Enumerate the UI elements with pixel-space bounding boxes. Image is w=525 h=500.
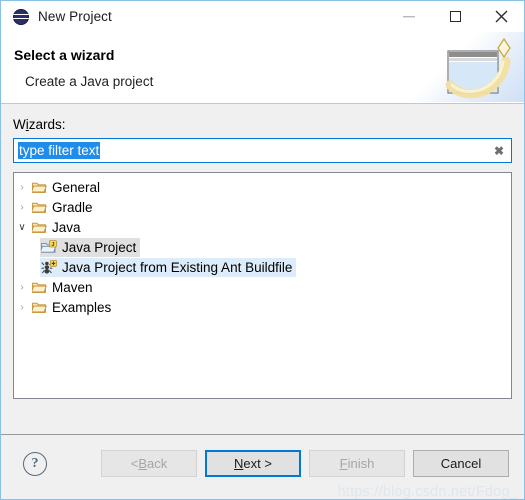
chevron-right-icon[interactable]: › xyxy=(14,282,30,293)
cancel-button[interactable]: Cancel xyxy=(413,450,509,477)
wizard-banner: Select a wizard Create a Java project xyxy=(1,32,524,104)
folder-icon xyxy=(30,221,48,234)
folder-icon xyxy=(30,301,48,314)
next-button[interactable]: Next > xyxy=(205,450,301,477)
tree-item-gradle[interactable]: › Gradle xyxy=(14,197,511,217)
button-row: < Back Next > Finish Cancel xyxy=(101,450,509,477)
tree-item-maven[interactable]: › Maven xyxy=(14,277,511,297)
finish-button-mnemonic: F xyxy=(339,456,348,471)
window-controls xyxy=(386,1,524,32)
eclipse-icon xyxy=(13,8,29,25)
svg-text:J: J xyxy=(51,241,54,247)
help-icon[interactable]: ? xyxy=(23,452,47,476)
tree-item-label: Gradle xyxy=(52,199,93,215)
tree-item-label: Maven xyxy=(52,279,93,295)
tree-item-label: Java Project xyxy=(62,239,137,255)
filter-input[interactable]: type filter text ✖ xyxy=(13,138,512,163)
filter-input-value[interactable]: type filter text xyxy=(18,142,101,159)
folder-icon xyxy=(30,201,48,214)
back-button-pre: < xyxy=(130,456,139,471)
clear-filter-icon[interactable]: ✖ xyxy=(494,145,504,157)
next-button-mnemonic: N xyxy=(234,456,244,471)
tree-item-label: Examples xyxy=(52,299,112,315)
maximize-icon[interactable] xyxy=(432,1,478,32)
back-button[interactable]: < Back xyxy=(101,450,197,477)
finish-button[interactable]: Finish xyxy=(309,450,405,477)
watermark: https://blog.csdn.net/Fdog_ xyxy=(337,484,518,500)
new-project-dialog: New Project Select a wizard Create a Jav… xyxy=(0,0,525,500)
back-button-mnemonic: B xyxy=(138,456,148,471)
tree-item-java[interactable]: ∨ Java xyxy=(14,217,511,237)
tree-item-label: Java xyxy=(52,219,81,235)
window-title: New Project xyxy=(38,9,112,24)
chevron-down-icon[interactable]: ∨ xyxy=(14,222,30,233)
wizards-label-pre: W xyxy=(13,117,26,132)
wizards-label: Wizards: xyxy=(13,104,512,132)
chevron-right-icon[interactable]: › xyxy=(14,202,30,213)
page-description: Create a Java project xyxy=(25,74,154,89)
close-icon[interactable] xyxy=(478,1,524,32)
finish-button-post: inish xyxy=(347,456,375,471)
chevron-right-icon[interactable]: › xyxy=(14,182,30,193)
wizard-banner-graphic xyxy=(414,32,524,102)
page-title: Select a wizard xyxy=(14,47,115,63)
java-project-icon: J xyxy=(40,239,58,255)
tree-item-java-project[interactable]: J Java Project xyxy=(14,237,511,257)
tree-item-examples[interactable]: › Examples xyxy=(14,297,511,317)
tree-item-java-project-from-ant-buildfile[interactable]: Java Project from Existing Ant Buildfile xyxy=(14,257,511,277)
tree-item-label: Java Project from Existing Ant Buildfile xyxy=(62,259,293,275)
back-button-post: ack xyxy=(147,456,168,471)
dialog-footer: ? < Back Next > Finish Cancel https://bl… xyxy=(1,434,524,500)
folder-icon xyxy=(30,181,48,194)
dialog-body: Wizards: type filter text ✖ › General › … xyxy=(1,104,524,434)
ant-buildfile-icon xyxy=(40,259,58,275)
next-button-post: ext > xyxy=(243,456,272,471)
minimize-icon[interactable] xyxy=(386,1,432,32)
cancel-button-post: Cancel xyxy=(440,456,482,471)
folder-icon xyxy=(30,281,48,294)
chevron-right-icon[interactable]: › xyxy=(14,302,30,313)
tree-item-general[interactable]: › General xyxy=(14,177,511,197)
wizards-label-post: zards: xyxy=(28,117,66,132)
title-bar: New Project xyxy=(1,1,524,32)
tree-item-label: General xyxy=(52,179,101,195)
wizard-tree[interactable]: › General › Gradle ∨ Java J Java Project… xyxy=(13,172,512,399)
